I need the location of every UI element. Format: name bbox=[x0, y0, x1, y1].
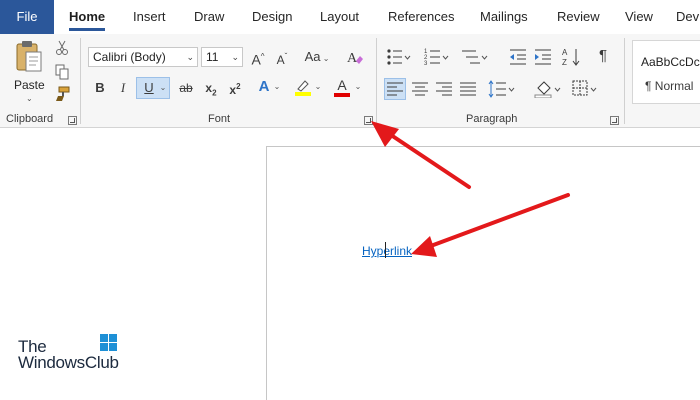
copy-icon[interactable] bbox=[55, 64, 69, 80]
ribbon-separator bbox=[624, 38, 625, 124]
paste-label: Paste bbox=[14, 78, 45, 92]
tab-review[interactable]: Review bbox=[557, 0, 600, 34]
clear-formatting-icon[interactable]: A bbox=[346, 48, 364, 66]
highlighter-icon bbox=[295, 80, 311, 96]
tab-design[interactable]: Design bbox=[252, 0, 292, 34]
tab-references[interactable]: References bbox=[388, 0, 454, 34]
svg-text:A: A bbox=[562, 48, 568, 57]
svg-text:3: 3 bbox=[424, 61, 428, 66]
text-effects-glyph: A bbox=[258, 78, 270, 95]
italic-button[interactable]: I bbox=[115, 79, 131, 97]
font-color-glyph: A bbox=[337, 77, 347, 93]
watermark-line2: WindowsClub bbox=[18, 353, 119, 372]
highlight-color-button[interactable]: ⌄ bbox=[294, 78, 326, 98]
tab-view[interactable]: View bbox=[625, 0, 653, 34]
format-painter-icon[interactable] bbox=[54, 86, 70, 102]
tab-insert[interactable]: Insert bbox=[133, 0, 166, 34]
ribbon-separator bbox=[80, 38, 81, 124]
clipboard-paste-icon bbox=[16, 41, 42, 72]
paste-dropdown-caret-icon[interactable]: ⌄ bbox=[26, 94, 33, 103]
hyperlink-text[interactable]: Hyperlink bbox=[362, 244, 412, 258]
grow-font-glyph: A bbox=[251, 51, 261, 68]
grow-font-icon[interactable]: A^ bbox=[249, 48, 267, 69]
shading-icon[interactable] bbox=[534, 80, 562, 98]
tab-draw[interactable]: Draw bbox=[194, 0, 224, 34]
document-page[interactable] bbox=[266, 146, 700, 400]
tab-mailings[interactable]: Mailings bbox=[480, 0, 528, 34]
text-effects-button[interactable]: A ⌄ bbox=[256, 78, 286, 98]
paste-button[interactable]: Paste ⌄ bbox=[10, 40, 48, 106]
align-center-icon[interactable] bbox=[412, 82, 428, 96]
line-spacing-icon[interactable] bbox=[488, 80, 516, 98]
strikethrough-button[interactable]: ab bbox=[177, 79, 195, 97]
ribbon-tab-bar: File Home Insert Draw Design Layout Refe… bbox=[0, 0, 700, 34]
font-dialog-launcher-icon[interactable] bbox=[364, 116, 373, 125]
font-color-button[interactable]: A ⌄ bbox=[334, 77, 366, 98]
cut-icon[interactable] bbox=[55, 40, 69, 56]
ribbon-home: Paste ⌄ Clipboard Calibri (Body) ⌄ 11 ⌄ … bbox=[0, 34, 700, 128]
align-left-icon bbox=[387, 82, 403, 96]
chevron-down-icon: ⌄ bbox=[273, 82, 281, 91]
chevron-down-icon: ⌄ bbox=[314, 82, 322, 91]
chevron-down-icon: ⌄ bbox=[231, 52, 239, 62]
justify-icon[interactable] bbox=[460, 82, 476, 96]
chevron-down-icon: ⌄ bbox=[354, 82, 362, 91]
ribbon-separator bbox=[376, 38, 377, 124]
bullets-icon[interactable] bbox=[386, 48, 412, 66]
font-color-swatch bbox=[334, 93, 350, 97]
style-preview-text: AaBbCcDc bbox=[641, 55, 700, 69]
svg-text:Z: Z bbox=[562, 58, 567, 67]
font-size-dropdown[interactable]: 11 ⌄ bbox=[201, 47, 243, 67]
align-right-icon[interactable] bbox=[436, 82, 452, 96]
align-left-button[interactable] bbox=[384, 78, 406, 100]
increase-indent-icon[interactable] bbox=[534, 48, 552, 66]
font-name-value: Calibri (Body) bbox=[93, 50, 166, 64]
show-formatting-marks-icon[interactable]: ¶ bbox=[595, 47, 611, 65]
subscript-icon[interactable]: x2 bbox=[203, 79, 219, 102]
tab-home[interactable]: Home bbox=[69, 0, 106, 34]
multilevel-list-icon[interactable] bbox=[462, 48, 488, 66]
superscript-icon[interactable]: x2 bbox=[227, 78, 243, 99]
underline-glyph: U bbox=[144, 80, 154, 95]
shrink-font-glyph: A bbox=[276, 53, 285, 67]
change-case-glyph: Aa bbox=[304, 49, 321, 64]
clipboard-group-label: Clipboard bbox=[6, 113, 54, 125]
style-normal-label: ¶ Normal bbox=[645, 79, 694, 93]
change-case-icon[interactable]: Aa ⌄ bbox=[302, 48, 332, 68]
font-name-dropdown[interactable]: Calibri (Body) ⌄ bbox=[88, 47, 198, 67]
paragraph-group-label: Paragraph bbox=[466, 113, 518, 125]
numbering-icon[interactable]: 1 2 3 bbox=[424, 48, 450, 66]
font-size-value: 11 bbox=[206, 50, 219, 64]
tab-layout[interactable]: Layout bbox=[320, 0, 359, 34]
chevron-down-icon: ⌄ bbox=[186, 52, 194, 62]
tab-file[interactable]: File bbox=[0, 0, 54, 34]
decrease-indent-icon[interactable] bbox=[509, 48, 527, 66]
svg-text:A: A bbox=[347, 51, 358, 66]
windows-logo-icon bbox=[100, 334, 117, 351]
clipboard-dialog-launcher-icon[interactable] bbox=[68, 116, 77, 125]
underline-button[interactable]: U ⌄ bbox=[136, 77, 170, 99]
sort-icon[interactable]: A Z bbox=[562, 47, 582, 67]
text-cursor bbox=[385, 242, 386, 258]
bold-button[interactable]: B bbox=[92, 79, 108, 97]
borders-icon[interactable] bbox=[572, 80, 600, 98]
font-group-label: Font bbox=[208, 113, 231, 125]
paragraph-dialog-launcher-icon[interactable] bbox=[610, 116, 619, 125]
style-normal-tile[interactable]: AaBbCcDc ¶ Normal bbox=[632, 40, 700, 104]
shrink-font-icon[interactable]: Aˇ bbox=[273, 48, 291, 69]
tab-developer[interactable]: Dev bbox=[676, 0, 699, 34]
chevron-down-icon: ⌄ bbox=[159, 83, 167, 92]
